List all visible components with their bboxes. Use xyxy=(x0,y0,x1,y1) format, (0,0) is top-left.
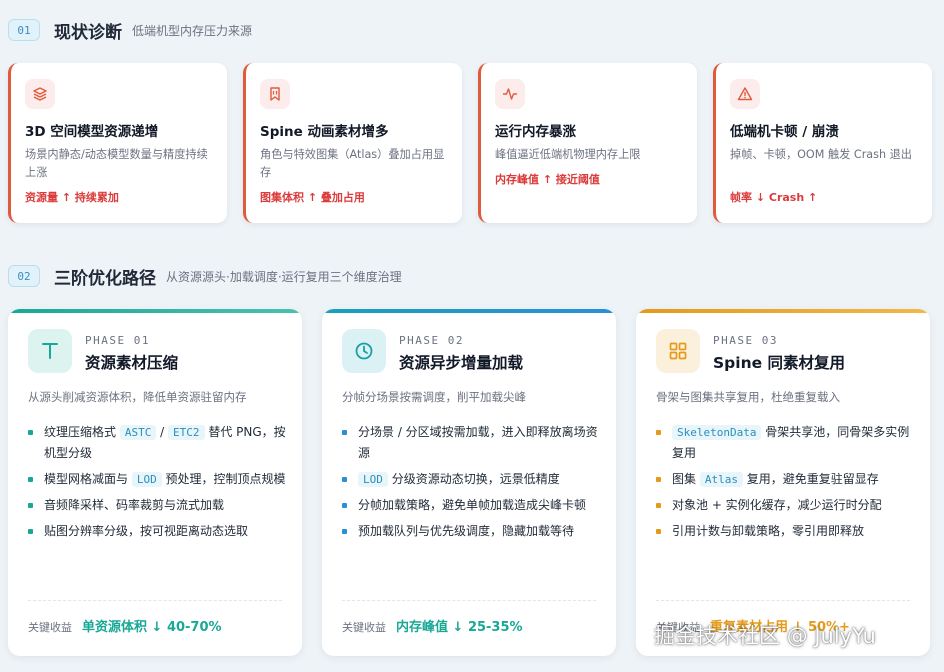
diagnosis-card-desc: 场景内静态/动态模型数量与精度持续上涨 xyxy=(25,148,208,179)
list-item: SkeletonData 骨架共享池，同骨架多实例复用 xyxy=(656,422,918,464)
phase-item-list: 纹理压缩格式 ASTC / ETC2 替代 PNG，按机型分级 模型网格减面与 … xyxy=(28,422,290,547)
phase-card-async-loading: PHASE 02 资源异步增量加载 分帧分场景按需调度，削平加载尖峰 分场景 /… xyxy=(322,309,616,656)
key-benefit-value: 内存峰值 ↓ 25-35% xyxy=(396,620,523,635)
bullet-icon xyxy=(28,529,33,534)
phase-title: 资源素材压缩 xyxy=(85,354,179,372)
bookmark-icon xyxy=(260,79,290,109)
phase-label: PHASE 02 xyxy=(399,334,464,347)
bullet-icon xyxy=(656,477,661,482)
section-header-diagnosis: 01 现状诊断 低端机型内存压力来源 xyxy=(8,16,252,44)
list-item: 分帧加载策略，避免单帧加载造成尖峰卡顿 xyxy=(342,495,604,516)
diagnosis-card-desc: 峰值逼近低端机物理内存上限 xyxy=(495,148,641,161)
diagnosis-card-metric: 资源量 ↑ 持续累加 xyxy=(25,191,119,204)
list-item: 音频降采样、码率裁剪与流式加载 xyxy=(28,495,290,516)
list-item: LOD 分级资源动态切换，远景低精度 xyxy=(342,469,604,490)
bullet-icon xyxy=(28,477,33,482)
section-subtitle: 低端机型内存压力来源 xyxy=(132,23,253,38)
warning-icon xyxy=(730,79,760,109)
key-benefit-value: 单资源体积 ↓ 40-70% xyxy=(82,620,222,635)
section-header-optimization: 02 三阶优化路径 从资源源头·加载调度·运行复用三个维度治理 xyxy=(8,262,402,290)
code-tag: Atlas xyxy=(699,472,743,487)
diagnosis-card: 低端机卡顿 / 崩溃 掉帧、卡顿，OOM 触发 Crash 退出 帧率 ↓ Cr… xyxy=(713,63,932,223)
code-tag: SkeletonData xyxy=(672,425,762,440)
bullet-icon xyxy=(342,477,347,482)
diagnosis-card-metric: 内存峰值 ↑ 接近阈值 xyxy=(495,173,600,186)
diagnosis-card-desc: 角色与特效图集（Atlas）叠加占用显存 xyxy=(260,148,445,179)
list-item: 对象池 + 实例化缓存，减少运行时分配 xyxy=(656,495,918,516)
phase-title: Spine 同素材复用 xyxy=(713,354,846,372)
diagnosis-card-metric: 帧率 ↓ Crash ↑ xyxy=(730,191,818,204)
bullet-icon xyxy=(656,503,661,508)
phase-item-list: 分场景 / 分区域按需加载，进入即释放离场资源 LOD 分级资源动态切换，远景低… xyxy=(342,422,604,547)
grid-icon xyxy=(656,329,700,373)
code-tag: LOD xyxy=(358,472,388,487)
bullet-icon xyxy=(342,503,347,508)
bullet-icon xyxy=(28,503,33,508)
clock-icon xyxy=(342,329,386,373)
phase-label: PHASE 03 xyxy=(713,334,778,347)
list-item: 纹理压缩格式 ASTC / ETC2 替代 PNG，按机型分级 xyxy=(28,422,290,464)
phase-desc: 从源头削减资源体积，降低单资源驻留内存 xyxy=(28,390,247,404)
diagnosis-card-desc: 掉帧、卡顿，OOM 触发 Crash 退出 xyxy=(730,148,912,161)
divider xyxy=(342,600,596,601)
list-item: 模型网格减面与 LOD 预处理，控制顶点规模 xyxy=(28,469,290,490)
code-tag: ETC2 xyxy=(168,425,205,440)
layers-icon xyxy=(25,79,55,109)
list-item: 分场景 / 分区域按需加载，进入即释放离场资源 xyxy=(342,422,604,464)
diagnosis-card-title: 运行内存暴涨 xyxy=(495,124,576,140)
phase-desc: 骨架与图集共享复用，杜绝重复载入 xyxy=(656,390,840,404)
phase-item-list: SkeletonData 骨架共享池，同骨架多实例复用 图集 Atlas 复用，… xyxy=(656,422,918,547)
key-benefit-label: 关键收益 xyxy=(342,621,386,634)
code-tag: LOD xyxy=(131,472,162,487)
section-number-badge: 02 xyxy=(8,265,40,287)
code-tag: ASTC xyxy=(119,425,157,440)
bullet-icon xyxy=(656,529,661,534)
divider xyxy=(656,600,910,601)
phase-card-spine-reuse: PHASE 03 Spine 同素材复用 骨架与图集共享复用，杜绝重复载入 Sk… xyxy=(636,309,930,656)
phase-label: PHASE 01 xyxy=(85,334,150,347)
list-item: 贴图分辨率分级，按可视距离动态选取 xyxy=(28,521,290,542)
phase-accent-bar xyxy=(322,309,616,313)
diagnosis-card-metric: 图集体积 ↑ 叠加占用 xyxy=(260,191,365,204)
section-title: 现状诊断 xyxy=(54,22,122,43)
list-item: 引用计数与卸载策略，零引用即释放 xyxy=(656,521,918,542)
phase-card-compression: PHASE 01 资源素材压缩 从源头削减资源体积，降低单资源驻留内存 纹理压缩… xyxy=(8,309,302,656)
key-benefit: 关键收益 内存峰值 ↓ 25-35% xyxy=(342,616,523,635)
phase-accent-bar xyxy=(636,309,930,313)
diagnosis-card-title: 3D 空间模型资源递增 xyxy=(25,124,159,140)
text-t-icon xyxy=(28,329,72,373)
diagnosis-card: Spine 动画素材增多 角色与特效图集（Atlas）叠加占用显存 图集体积 ↑… xyxy=(243,63,462,223)
diagnosis-card-title: Spine 动画素材增多 xyxy=(260,124,389,140)
watermark: 掘金技术社区 @ JulyYu xyxy=(654,624,876,648)
section-subtitle: 从资源源头·加载调度·运行复用三个维度治理 xyxy=(166,269,402,284)
diagnosis-card: 3D 空间模型资源递增 场景内静态/动态模型数量与精度持续上涨 资源量 ↑ 持续… xyxy=(8,63,227,223)
bullet-icon xyxy=(656,430,661,435)
bullet-icon xyxy=(342,430,347,435)
phase-desc: 分帧分场景按需调度，削平加载尖峰 xyxy=(342,390,526,404)
phase-accent-bar xyxy=(8,309,302,313)
activity-icon xyxy=(495,79,525,109)
key-benefit-label: 关键收益 xyxy=(28,621,72,634)
phase-title: 资源异步增量加载 xyxy=(399,354,524,372)
key-benefit: 关键收益 单资源体积 ↓ 40-70% xyxy=(28,616,222,635)
divider xyxy=(28,600,282,601)
section-title: 三阶优化路径 xyxy=(54,268,156,289)
bullet-icon xyxy=(28,430,33,435)
list-item: 图集 Atlas 复用，避免重复驻留显存 xyxy=(656,469,918,490)
diagnosis-card: 运行内存暴涨 峰值逼近低端机物理内存上限 内存峰值 ↑ 接近阈值 xyxy=(478,63,697,223)
bullet-icon xyxy=(342,529,347,534)
diagnosis-card-title: 低端机卡顿 / 崩溃 xyxy=(730,124,839,140)
list-item: 预加载队列与优先级调度，隐藏加载等待 xyxy=(342,521,604,542)
section-number-badge: 01 xyxy=(8,19,40,41)
